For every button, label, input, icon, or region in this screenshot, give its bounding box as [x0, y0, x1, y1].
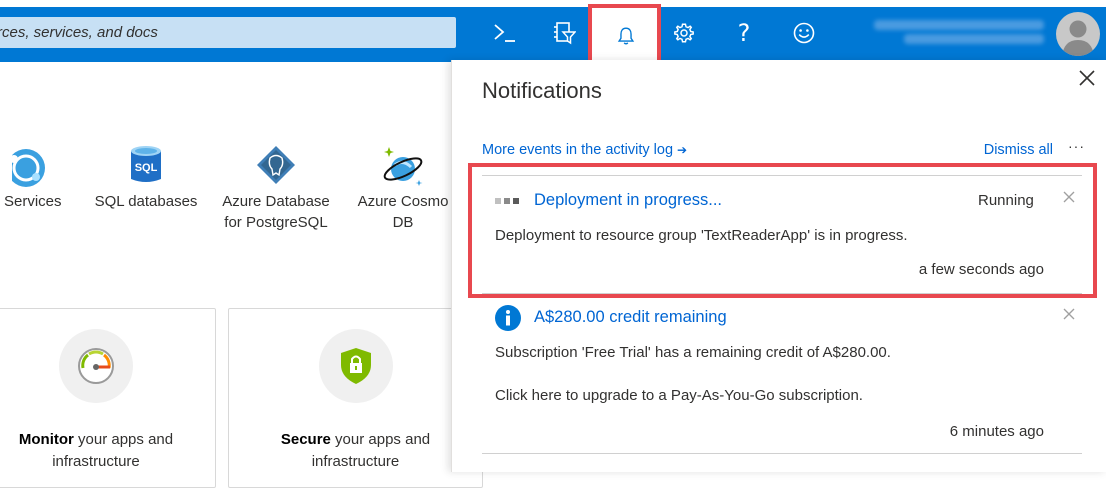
postgresql-icon [257, 146, 295, 184]
arrow-right-icon: ➔ [677, 143, 688, 157]
monitor-gauge-icon [78, 348, 114, 384]
notifications-button-highlight[interactable] [588, 4, 661, 66]
top-bar: ? [0, 0, 1106, 62]
feedback-button[interactable] [781, 10, 827, 56]
help-question-icon: ? [737, 19, 751, 47]
activity-log-link[interactable]: More events in the activity log ➔ [482, 142, 687, 158]
monitor-card-text: Monitor your apps and infrastructure [0, 429, 215, 473]
secure-rest: your apps and [330, 431, 431, 448]
divider [482, 293, 1082, 294]
dismiss-notification-icon[interactable] [1063, 191, 1075, 203]
monitor-rest: your apps and [73, 431, 174, 448]
cosmos-db-icon [383, 147, 423, 186]
monitor-icon-circle [59, 329, 133, 403]
service-app-services[interactable]: Services [0, 145, 70, 212]
service-label: for PostgreSQL [224, 214, 328, 231]
user-avatar-icon [1062, 20, 1094, 56]
activity-log-text: More events in the activity log [482, 142, 674, 158]
search-input[interactable] [0, 24, 453, 41]
monitor-line2: infrastructure [52, 453, 140, 470]
secure-bold: Secure [280, 431, 331, 448]
help-button[interactable]: ? [721, 10, 767, 56]
directory-filter-button[interactable] [541, 10, 587, 56]
secure-line2: infrastructure [311, 453, 400, 470]
svg-text:SQL: SQL [135, 162, 158, 174]
service-label: Azure Database [222, 193, 330, 210]
deployment-body: Deployment to resource group 'TextReader… [495, 227, 908, 244]
user-avatar[interactable] [1056, 12, 1100, 56]
close-icon [1079, 70, 1095, 86]
upgrade-subscription-link[interactable]: Click here to upgrade to a Pay-As-You-Go… [495, 387, 863, 404]
monitor-bold: Monitor [18, 431, 74, 448]
credit-body: Subscription 'Free Trial' has a remainin… [495, 344, 891, 361]
close-panel-button[interactable] [1077, 68, 1097, 88]
app-services-icon [12, 149, 45, 187]
secure-card[interactable]: Secure your apps and infrastructure [228, 308, 483, 488]
service-label: SQL databases [94, 193, 198, 210]
dismiss-all-button[interactable]: Dismiss all [984, 142, 1053, 158]
secure-shield-icon [341, 348, 371, 384]
cloud-shell-icon [494, 24, 515, 42]
service-cosmos-db[interactable]: Azure Cosmo DB [348, 145, 458, 233]
notifications-panel: Notifications More events in the activit… [451, 60, 1106, 472]
divider [482, 453, 1082, 454]
service-label: DB [392, 214, 414, 231]
sql-database-icon: SQL [131, 146, 161, 182]
settings-button[interactable] [661, 10, 707, 56]
deployment-time: a few seconds ago [918, 261, 1044, 278]
monitor-card[interactable]: Monitor your apps and infrastructure [0, 308, 216, 488]
secure-icon-circle [319, 329, 393, 403]
notifications-bell-icon [617, 27, 635, 45]
service-sql-databases[interactable]: SQL SQL databases [90, 145, 202, 212]
progress-dots-icon [495, 198, 519, 204]
deployment-status: Running [978, 192, 1034, 209]
account-info[interactable] [866, 14, 1044, 48]
service-postgresql[interactable]: Azure Database for PostgreSQL [214, 145, 338, 233]
credit-time: 6 minutes ago [949, 423, 1044, 440]
deployment-title-link[interactable]: Deployment in progress... [534, 191, 722, 210]
top-strip [0, 0, 1106, 7]
global-search-box[interactable] [0, 17, 456, 48]
more-options-icon[interactable]: ··· [1068, 138, 1085, 154]
info-icon [495, 305, 521, 331]
feedback-smiley-icon [793, 22, 815, 44]
directory-filter-icon [554, 22, 576, 45]
cloud-shell-button[interactable] [482, 10, 528, 56]
dismiss-notification-icon[interactable] [1063, 308, 1075, 320]
notifications-title: Notifications [482, 78, 602, 103]
service-label: Services [4, 193, 62, 210]
service-label: Azure Cosmo [357, 193, 449, 210]
credit-title-link[interactable]: A$280.00 credit remaining [534, 308, 727, 327]
secure-card-text: Secure your apps and infrastructure [229, 429, 482, 473]
settings-gear-icon [674, 23, 694, 43]
